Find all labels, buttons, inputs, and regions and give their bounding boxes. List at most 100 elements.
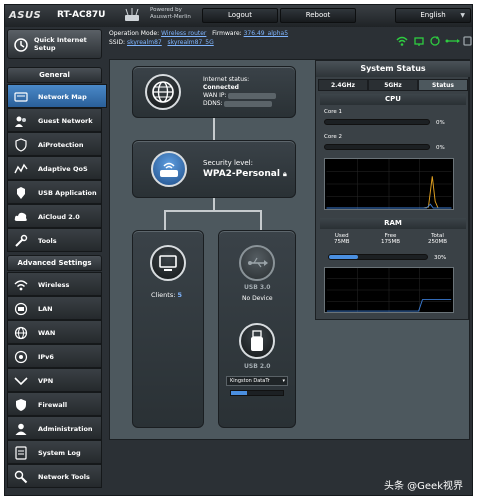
cpu-header: CPU xyxy=(320,94,466,105)
refresh-status-icon[interactable] xyxy=(430,36,440,46)
clients-card[interactable]: Clients: 5 xyxy=(132,230,204,428)
router-icon xyxy=(125,8,139,21)
menu-administration[interactable]: Administration xyxy=(7,416,102,440)
menu-vpn[interactable]: VPN xyxy=(7,368,102,392)
menu-label: VPN xyxy=(38,377,54,385)
ram-free: Free 175MB xyxy=(381,233,400,245)
menu-firewall[interactable]: Firewall xyxy=(7,392,102,416)
usb-port-2-label: USB 2.0 xyxy=(244,363,271,370)
usb-status-icon[interactable] xyxy=(445,39,461,43)
internet-status-card[interactable]: Internet status: Connected WAN IP: DDNS: xyxy=(132,66,296,118)
tab-2ghz[interactable]: 2.4GHz xyxy=(318,79,368,91)
usb-device-select[interactable]: Kingston DataTr ▾ xyxy=(226,376,288,386)
wan-ip-redacted xyxy=(228,92,277,99)
monitor-icon xyxy=(159,255,177,271)
usb-port-1-label: USB 3.0 xyxy=(244,284,271,291)
system-status-title: System Status xyxy=(316,61,470,77)
menu-system-log[interactable]: System Log xyxy=(7,440,102,464)
top-header: ASUS RT-AC87U Powered by Asuswrt-Merlin … xyxy=(5,5,472,27)
ddns-redacted xyxy=(224,100,273,107)
security-level-value: WPA2-Personal xyxy=(203,169,280,179)
cpu-usage-graph xyxy=(324,158,454,210)
internet-status-label: Internet status: xyxy=(203,76,250,83)
network-tools-icon xyxy=(14,470,28,484)
wan-icon xyxy=(14,326,28,340)
network-map-icon xyxy=(14,92,28,102)
menu-wan[interactable]: WAN xyxy=(7,320,102,344)
menu-label: Network Tools xyxy=(38,473,90,481)
ddns-label: DDNS: xyxy=(203,100,223,107)
operation-mode-link[interactable]: Wireless router xyxy=(161,30,206,37)
operation-mode-label: Operation Mode: xyxy=(109,30,160,37)
menu-usb-application[interactable]: USB Application xyxy=(7,180,102,204)
menu-network-tools[interactable]: Network Tools xyxy=(7,464,102,488)
menu-aiprotection[interactable]: AiProtection xyxy=(7,132,102,156)
firmware-label: Firmware: xyxy=(212,30,242,37)
connector-line xyxy=(213,198,215,210)
menu-aicloud[interactable]: AiCloud 2.0 xyxy=(7,204,102,228)
aiprotection-icon xyxy=(15,138,27,152)
app-status-icon[interactable] xyxy=(463,36,472,46)
tab-5ghz[interactable]: 5GHz xyxy=(368,79,418,91)
ram-used: Used 75MB xyxy=(334,233,350,245)
ram-free-value: 175MB xyxy=(381,239,401,245)
tab-status[interactable]: Status xyxy=(418,79,468,91)
usb-icon xyxy=(248,257,268,268)
ram-header: RAM xyxy=(320,218,466,229)
system-log-icon xyxy=(15,446,27,460)
wireless-icon xyxy=(14,280,28,291)
menu-network-map[interactable]: Network Map xyxy=(7,84,107,108)
menu-wireless[interactable]: Wireless xyxy=(7,272,102,296)
core1-bar xyxy=(324,119,430,125)
wifi-status-icon[interactable] xyxy=(396,36,408,46)
ram-usage-bar xyxy=(328,254,428,260)
network-status-icon[interactable] xyxy=(414,37,424,46)
menu-tools[interactable]: Tools xyxy=(7,228,102,252)
chevron-down-icon: ▼ xyxy=(460,12,465,19)
menu-label: Tools xyxy=(38,237,57,245)
lan-icon xyxy=(14,302,28,316)
usb-usage-bar xyxy=(230,390,284,396)
firmware-link[interactable]: 376.49_alpha5 xyxy=(244,30,288,37)
asus-logo: ASUS xyxy=(9,10,42,21)
wireless-router-icon xyxy=(160,162,178,177)
language-value: English xyxy=(420,11,446,19)
menu-label: AiProtection xyxy=(38,141,84,149)
language-select[interactable]: English ▼ xyxy=(395,8,471,23)
ram-total: Total 250MB xyxy=(428,233,447,245)
connector-line xyxy=(164,210,262,212)
menu-label: Administration xyxy=(38,425,93,433)
system-info-bar: Operation Mode: Wireless router Firmware… xyxy=(109,29,288,47)
menu-label: USB Application xyxy=(38,189,97,197)
ssid-link-1[interactable]: skyrealm87 xyxy=(127,39,162,46)
chevron-down-icon: ▾ xyxy=(282,378,285,384)
logout-button[interactable]: Logout xyxy=(202,8,278,23)
menu-label: Wireless xyxy=(38,281,70,289)
tools-icon xyxy=(15,234,28,247)
menu-label: Firewall xyxy=(38,401,68,409)
connector-line xyxy=(260,210,262,230)
quick-internet-setup-button[interactable]: Quick Internet Setup xyxy=(7,29,102,59)
usb-devices-card[interactable]: USB 3.0 No Device USB 2.0 Kingston DataT… xyxy=(218,230,296,428)
flash-drive-icon-circle xyxy=(239,323,275,359)
router-icon-circle xyxy=(151,151,187,187)
internet-status-value: Connected xyxy=(203,84,239,91)
general-section-title: General xyxy=(7,67,102,83)
menu-adaptive-qos[interactable]: Adaptive QoS xyxy=(7,156,102,180)
router-security-card[interactable]: Security level: WPA2-Personal 🔒︎ xyxy=(132,140,296,198)
menu-ipv6[interactable]: IPv6 xyxy=(7,344,102,368)
menu-label: Adaptive QoS xyxy=(38,165,88,173)
ipv6-icon xyxy=(14,350,28,364)
usb-device-value: Kingston DataTr xyxy=(230,378,270,384)
clients-count-link[interactable]: 5 xyxy=(177,291,182,299)
globe-icon xyxy=(152,81,174,103)
menu-guest-network[interactable]: Guest Network xyxy=(7,108,102,132)
usb-usage-fill xyxy=(231,391,247,395)
globe-icon-circle xyxy=(145,74,181,110)
wan-ip-label: WAN IP: xyxy=(203,92,227,99)
reboot-button[interactable]: Reboot xyxy=(280,8,356,23)
aicloud-icon xyxy=(14,212,27,221)
ssid-link-2[interactable]: skyrealm87_5G xyxy=(167,39,213,46)
menu-lan[interactable]: LAN xyxy=(7,296,102,320)
menu-label: AiCloud 2.0 xyxy=(38,213,80,221)
